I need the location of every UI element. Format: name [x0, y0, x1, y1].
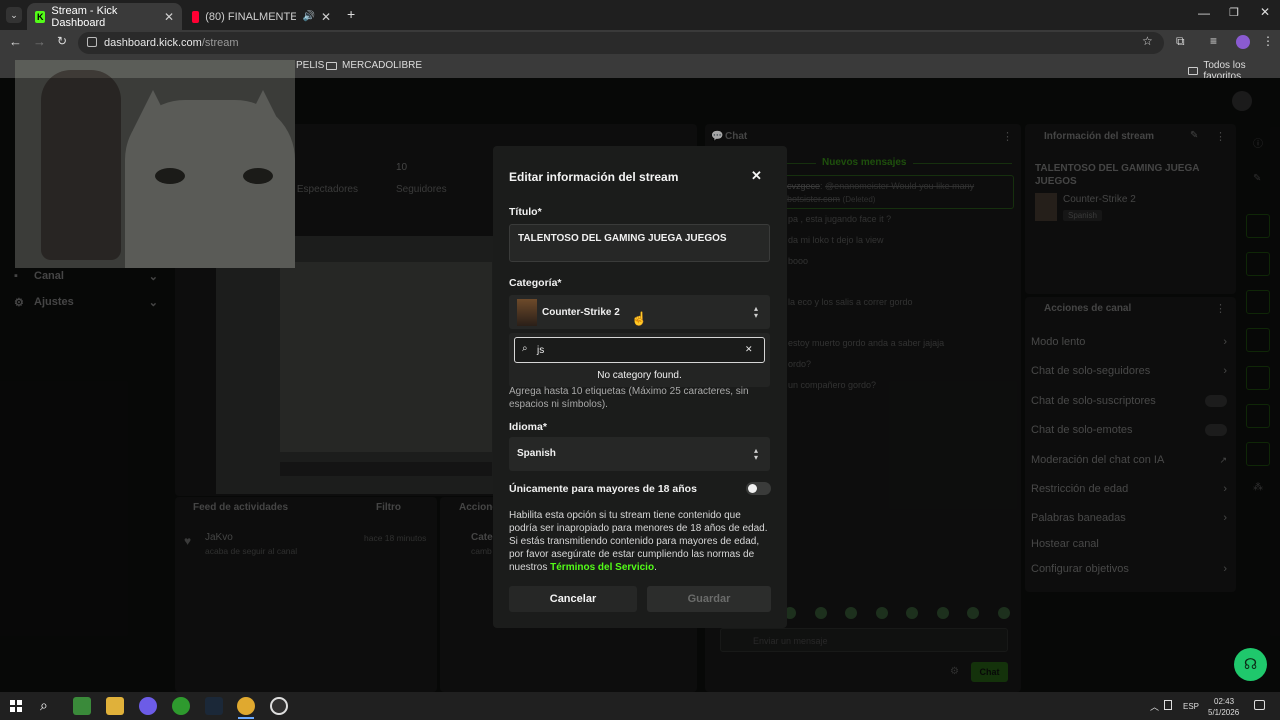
- no-category-message: No category found.: [597, 370, 682, 381]
- search-icon: ⌕: [522, 343, 528, 354]
- new-tab-button[interactable]: +: [347, 6, 355, 22]
- save-button[interactable]: Guardar: [647, 586, 771, 612]
- taskbar-date[interactable]: 5/1/2026: [1208, 708, 1239, 717]
- close-icon[interactable]: ✕: [751, 168, 762, 184]
- profile-avatar[interactable]: [1236, 35, 1250, 49]
- bookmark-label: MERCADOLIBRE: [342, 60, 423, 71]
- title-input[interactable]: TALENTOSO DEL GAMING JUEGA JUEGOS: [509, 224, 770, 262]
- cancel-button[interactable]: Cancelar: [509, 586, 637, 612]
- cancel-label: Cancelar: [549, 593, 597, 605]
- toggle-knob: [748, 484, 757, 493]
- reload-icon[interactable]: ↻: [57, 34, 67, 48]
- obs-icon[interactable]: [270, 697, 288, 715]
- category-search-value: js: [537, 345, 545, 356]
- bookmark-star-icon[interactable]: ☆: [1142, 34, 1153, 48]
- browser-menu-icon[interactable]: ⋮: [1262, 34, 1274, 48]
- category-thumbnail: [517, 299, 537, 326]
- steam-icon[interactable]: [205, 697, 223, 715]
- address-bar[interactable]: dashboard.kick.com/stream: [78, 32, 1164, 54]
- dialog-title: Editar información del stream: [509, 170, 679, 184]
- xbox-icon[interactable]: [172, 697, 190, 715]
- notifications-icon[interactable]: [1254, 700, 1265, 710]
- folder-icon: [1188, 67, 1199, 75]
- tray-chevron-icon[interactable]: ︿: [1150, 700, 1159, 713]
- taskbar-language[interactable]: ESP: [1183, 702, 1199, 711]
- taskbar-time[interactable]: 02:43: [1214, 697, 1234, 706]
- terms-link[interactable]: Términos del Servicio: [550, 562, 654, 573]
- support-chat-button[interactable]: ☊: [1234, 648, 1267, 681]
- mouse-cursor-icon: ☝: [631, 311, 648, 326]
- extensions-icon[interactable]: ⧉: [1176, 34, 1185, 49]
- app-icon-photos[interactable]: [73, 697, 91, 715]
- select-arrows-icon: ▴ ▾: [754, 446, 759, 462]
- terms-period: .: [654, 562, 657, 573]
- restore-window-icon[interactable]: ❐: [1229, 6, 1239, 19]
- category-select-value: Counter-Strike 2: [542, 307, 620, 318]
- tab-kick-dashboard[interactable]: K Stream - Kick Dashboard ✕: [27, 3, 182, 30]
- category-label: Categoría*: [509, 277, 562, 289]
- url-host: dashboard.kick.com: [104, 37, 202, 49]
- close-window-icon[interactable]: ✕: [1260, 5, 1270, 19]
- adult-content-label: Únicamente para mayores de 18 años: [509, 483, 697, 495]
- search-taskbar-icon[interactable]: ⌕: [40, 697, 48, 714]
- windows-taskbar: [0, 692, 1280, 720]
- tab-search-button[interactable]: ⌄: [6, 7, 22, 23]
- youtube-favicon-icon: [192, 10, 200, 23]
- category-search-input[interactable]: [514, 337, 765, 363]
- discord-icon[interactable]: [139, 697, 157, 715]
- chrome-icon[interactable]: [237, 697, 255, 715]
- bookmark-label: PELIS: [296, 60, 325, 71]
- clear-search-icon[interactable]: ✕: [745, 344, 753, 355]
- file-explorer-icon[interactable]: [106, 697, 124, 715]
- adult-content-description: Habilita esta opción si tu stream tiene …: [509, 509, 771, 574]
- start-icon[interactable]: [10, 700, 22, 712]
- language-label: Idioma*: [509, 421, 547, 433]
- volume-icon[interactable]: [1164, 700, 1167, 711]
- tab-title: (80) FINALMENTE ESCAPÉ D: [205, 10, 297, 23]
- forward-icon[interactable]: →: [33, 34, 46, 49]
- speaker-icon: 🔊: [302, 11, 315, 22]
- tab-close-icon[interactable]: ✕: [164, 10, 174, 24]
- minimize-window-icon[interactable]: —: [1198, 6, 1210, 20]
- media-control-icon[interactable]: ≡: [1210, 34, 1217, 48]
- tab-close-icon[interactable]: ✕: [321, 10, 331, 24]
- folder-icon: [326, 61, 337, 70]
- language-select-value: Spanish: [517, 448, 556, 459]
- select-arrows-icon: ▴ ▾: [754, 304, 759, 320]
- bookmark-pelis[interactable]: PELIS: [296, 60, 324, 71]
- title-input-value: TALENTOSO DEL GAMING JUEGA JUEGOS: [518, 233, 727, 244]
- adult-content-toggle[interactable]: [746, 482, 771, 495]
- save-label: Guardar: [687, 593, 731, 605]
- site-info-icon[interactable]: [87, 37, 97, 47]
- title-label: Título*: [509, 206, 542, 218]
- tab-title: Stream - Kick Dashboard: [51, 4, 118, 29]
- bookmark-mercadolibre[interactable]: MERCADOLIBRE: [326, 60, 422, 71]
- url-path: /stream: [201, 37, 239, 49]
- tags-hint: Agrega hasta 10 etiquetas (Máximo 25 car…: [509, 386, 749, 410]
- kick-favicon-icon: K: [35, 10, 46, 23]
- active-app-indicator: [238, 717, 254, 719]
- tab-youtube[interactable]: (80) FINALMENTE ESCAPÉ D 🔊 ✕: [184, 3, 339, 30]
- back-icon[interactable]: ←: [9, 34, 22, 49]
